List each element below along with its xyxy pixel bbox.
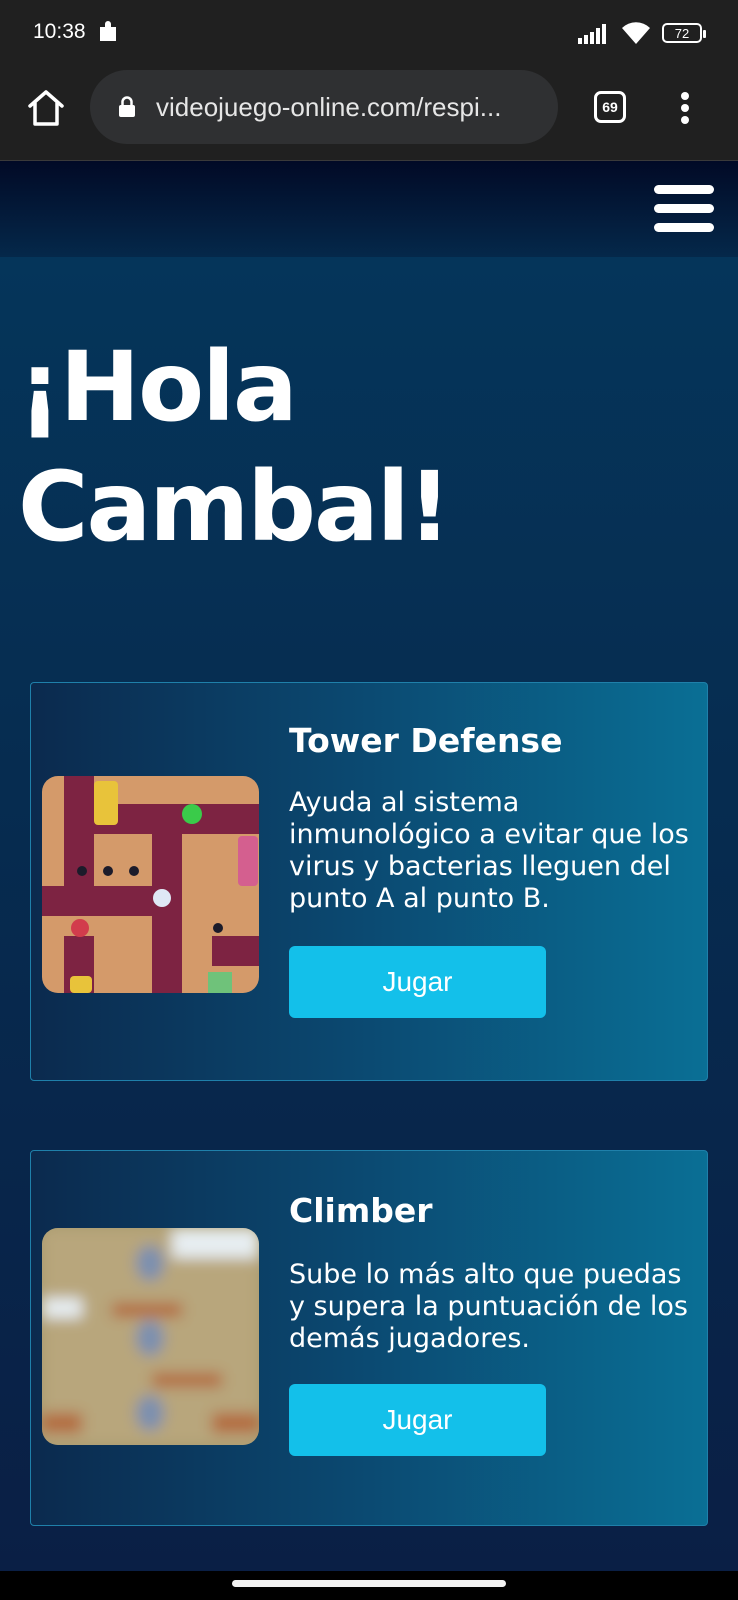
tower-defense-thumbnail[interactable] — [42, 776, 259, 993]
game-description: Ayuda al sistema inmunológico a evitar q… — [289, 787, 689, 914]
wifi-icon — [622, 22, 650, 44]
status-indicators: 72 — [578, 18, 706, 48]
game-description: Sube lo más alto que puedas y supera la … — [289, 1259, 688, 1354]
game-card-climber: Climber Sube lo más alto que puedas y su… — [30, 1150, 708, 1526]
game-title: Climber — [289, 1191, 433, 1230]
game-title: Tower Defense — [289, 721, 563, 760]
url-text[interactable]: videojuego-online.com/respi... — [156, 92, 501, 123]
tabs-button[interactable]: 69 — [594, 91, 626, 123]
more-options-icon[interactable] — [670, 88, 700, 128]
battery-level: 72 — [674, 25, 690, 41]
greeting-heading: ¡Hola Cambal! — [18, 331, 451, 563]
browser-toolbar: videojuego-online.com/respi... 69 — [0, 66, 738, 161]
home-icon[interactable] — [24, 86, 68, 130]
main-content: ¡Hola Cambal! Tower Defense Ayuda al sis… — [0, 257, 738, 1571]
tab-count: 69 — [602, 99, 618, 115]
game-card-tower-defense: Tower Defense Ayuda al sistema inmunológ… — [30, 682, 708, 1081]
status-time: 10:38 — [33, 20, 86, 43]
status-bar: 10:38 72 — [0, 0, 738, 66]
puzzle-icon — [100, 21, 116, 41]
address-bar[interactable]: videojuego-online.com/respi... — [90, 70, 558, 144]
signal-icon — [578, 24, 606, 44]
play-button[interactable]: Jugar — [289, 946, 546, 1018]
battery-icon: 72 — [662, 23, 706, 43]
climber-thumbnail[interactable] — [42, 1228, 259, 1445]
lock-icon — [119, 96, 135, 117]
play-button[interactable]: Jugar — [289, 1384, 546, 1456]
home-indicator[interactable] — [232, 1580, 506, 1587]
hamburger-menu-icon[interactable] — [654, 185, 714, 233]
site-header — [0, 161, 738, 257]
system-nav-bar — [0, 1571, 738, 1600]
